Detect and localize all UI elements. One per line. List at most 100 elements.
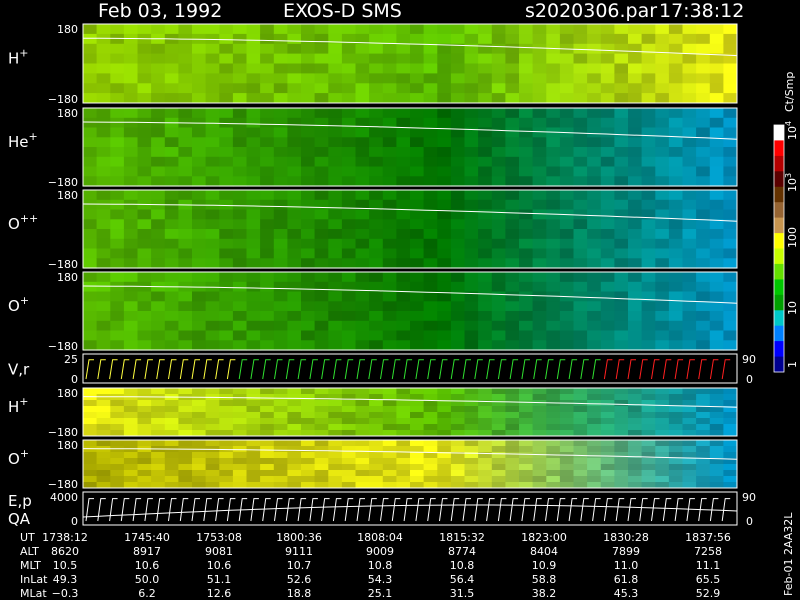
panel-3-cell [709,281,724,293]
panel-2-cell [519,199,534,211]
panel-0-cell [219,93,234,104]
panel-0-cell [423,33,438,45]
panel-2-cell [573,229,588,240]
panel-0-cell [382,33,397,45]
panel-3-cell [587,340,602,351]
panel-0-cell [505,63,520,74]
panel-2-cell [382,238,397,250]
panel-3-cell [178,320,193,332]
table-cell: 1745:40 [124,531,170,544]
panel-5-cell [464,412,479,419]
panel-6-cell [682,476,697,483]
panel-3-cell [423,311,438,322]
panel-0-cell [723,83,738,94]
panel-0-cell [546,24,561,35]
panel-0-cell [559,33,574,45]
panel-5-cell [559,424,574,431]
panel-3-cell [328,272,343,283]
panel-5-cell [123,400,138,407]
panel-0-cell [123,43,138,55]
panel-2-cell [369,209,384,220]
panel-5-cell [355,418,370,425]
panel-1-cell [559,147,574,158]
panel-1-cell [301,137,316,148]
panel-6-cell [614,476,629,483]
panel-0-cell [519,83,534,94]
panel-2-cell [587,199,602,211]
panel-3-cell [587,281,602,293]
panel-0-cell [83,53,98,64]
panel-0-cell [369,73,384,84]
panel-6-cell [723,452,738,459]
panel-0-cell [491,33,506,45]
panel-1-cell [219,108,234,119]
panel-5-cell [478,394,493,401]
panel-1-cell [628,166,643,177]
panel-2-cell [396,238,411,250]
panel-2-cell [83,199,98,211]
panel-2-cell [232,199,247,211]
panel-1-cell [532,176,547,187]
panel-1-cell [205,166,220,177]
panel-3-cell [505,281,520,293]
panel-1-cell [192,147,207,158]
panel-2-cell [614,199,629,211]
panel-1-cell [192,137,207,148]
panel-2-cell [96,229,111,240]
panel-1-cell [723,147,738,158]
panel-6-cell [205,452,220,459]
panel-1-cell [83,176,98,187]
panel-2-cell [696,190,711,201]
panel-0-cell [478,83,493,94]
panel-6-cell [287,458,302,465]
panel-6-cell [83,464,98,471]
panel-3-cell [668,272,683,283]
panel-0-cell [600,93,615,104]
panel-1-cell [328,147,343,158]
panel-0-cell [355,73,370,84]
panel-3-cell [682,291,697,302]
panel-1-cell [410,176,425,187]
panel-1-cell [369,127,384,138]
panel-1-cell [396,127,411,138]
panel-5-cell [723,400,738,407]
panel-0-cell [668,24,683,35]
panel-3-cell [668,281,683,293]
panel-6-cell [491,452,506,459]
panel-6-cell [369,452,384,459]
panel-5-cell [641,406,656,413]
panel-0-label: H+ [8,47,29,68]
panel-0-cell [246,83,261,94]
panel-6-cell [587,470,602,477]
panel-0-cell [355,53,370,64]
panel-3-cell [164,330,179,341]
panel-6-cell [205,458,220,465]
panel-2-cell [301,248,316,259]
panel-6-cell [437,440,452,447]
panel-0-cell [260,33,275,45]
panel-5-cell [491,424,506,431]
panel-5-cell [532,400,547,407]
panel-5-cell [600,418,615,425]
panel-0-cell [287,63,302,74]
panel-6-cell [328,440,343,447]
panel-3-cell [232,301,247,312]
panel-5-cell [192,388,207,395]
panel-5-cell [478,406,493,413]
panel-6-cell [478,446,493,453]
panel-3-cell [232,291,247,302]
panel-1-cell [587,127,602,138]
panel-0-cell [341,73,356,84]
panel-1-cell [273,108,288,119]
panel-2-cell [668,190,683,201]
panel-2-cell [723,190,738,201]
panel-0-cell [655,63,670,74]
panel-5-cell [110,388,125,395]
panel-5-cell [505,388,520,395]
panel-1-cell [137,176,152,187]
panel-0-cell [628,63,643,74]
panel-1-cell [505,108,520,119]
panel-0-cell [696,33,711,45]
panel-1-cell [696,137,711,148]
table-cell: 1753:08 [196,531,242,544]
